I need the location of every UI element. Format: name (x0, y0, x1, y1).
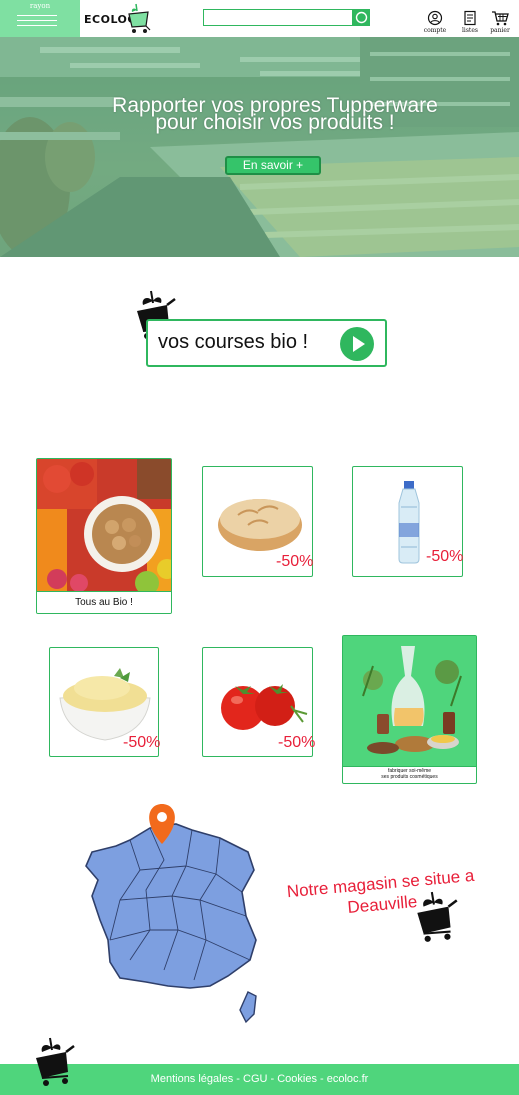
cart-mascot-icon (417, 891, 458, 942)
search-button[interactable] (353, 9, 370, 26)
lists-button[interactable]: listes (456, 10, 484, 36)
hero-title: Rapporter vos propres Tupperware pour ch… (112, 94, 438, 134)
footer-links[interactable]: Mentions légales - CGU - Cookies - ecolo… (0, 1064, 519, 1095)
rayon-menu-button[interactable]: rayon (0, 0, 80, 37)
cart-icon (492, 11, 509, 26)
account-icon (427, 10, 443, 26)
menu-line (17, 25, 57, 26)
footer: Mentions légales - CGU - Cookies - ecolo… (0, 1064, 519, 1095)
product-caption: Tous au Bio ! (37, 591, 171, 613)
account-label: compte (423, 27, 447, 34)
product-card-bio[interactable]: Tous au Bio ! (36, 458, 172, 614)
promo-badge: -50% (278, 734, 316, 751)
search-icon (355, 11, 368, 24)
hero-banner: Rapporter vos propres Tupperware pour ch… (0, 37, 519, 257)
cart-label: panier (490, 27, 510, 34)
product-card-cosmetics[interactable]: fabriquer soi-même ses produits cosmétiq… (342, 635, 477, 784)
ecoloc-logo[interactable]: ECOLOC (84, 2, 156, 36)
menu-line (17, 15, 57, 16)
hero-learn-more-button[interactable]: En savoir + (225, 156, 321, 175)
cart-mascot-icon (36, 1037, 75, 1086)
hero-green-overlay (0, 37, 519, 257)
cosmetics-image (343, 636, 476, 768)
promo-badge: -50% (276, 553, 314, 570)
top-bar: rayon ECOLOC compte listes panier (0, 0, 519, 37)
corsica-shape (239, 991, 257, 1024)
cart-logo-icon (128, 3, 151, 33)
cart-button[interactable]: panier (486, 10, 514, 36)
promo-badge: -50% (123, 734, 161, 751)
shop-bio-button[interactable]: vos courses bio ! (146, 319, 387, 367)
promo-badge: -50% (426, 548, 464, 565)
lists-label: listes (462, 27, 478, 34)
caption-line: ses produits cosmétiques (381, 774, 438, 780)
play-icon (340, 327, 374, 361)
lists-icon (464, 10, 476, 26)
shop-bio-label: vos courses bio ! (158, 331, 309, 353)
france-map (85, 804, 257, 1024)
fruits-nuts-image (37, 459, 171, 593)
account-button[interactable]: compte (421, 10, 449, 36)
search-input[interactable] (203, 9, 353, 26)
menu-line (17, 20, 57, 21)
product-caption: fabriquer soi-même ses produits cosmétiq… (343, 766, 476, 783)
rayon-label: rayon (29, 2, 51, 10)
